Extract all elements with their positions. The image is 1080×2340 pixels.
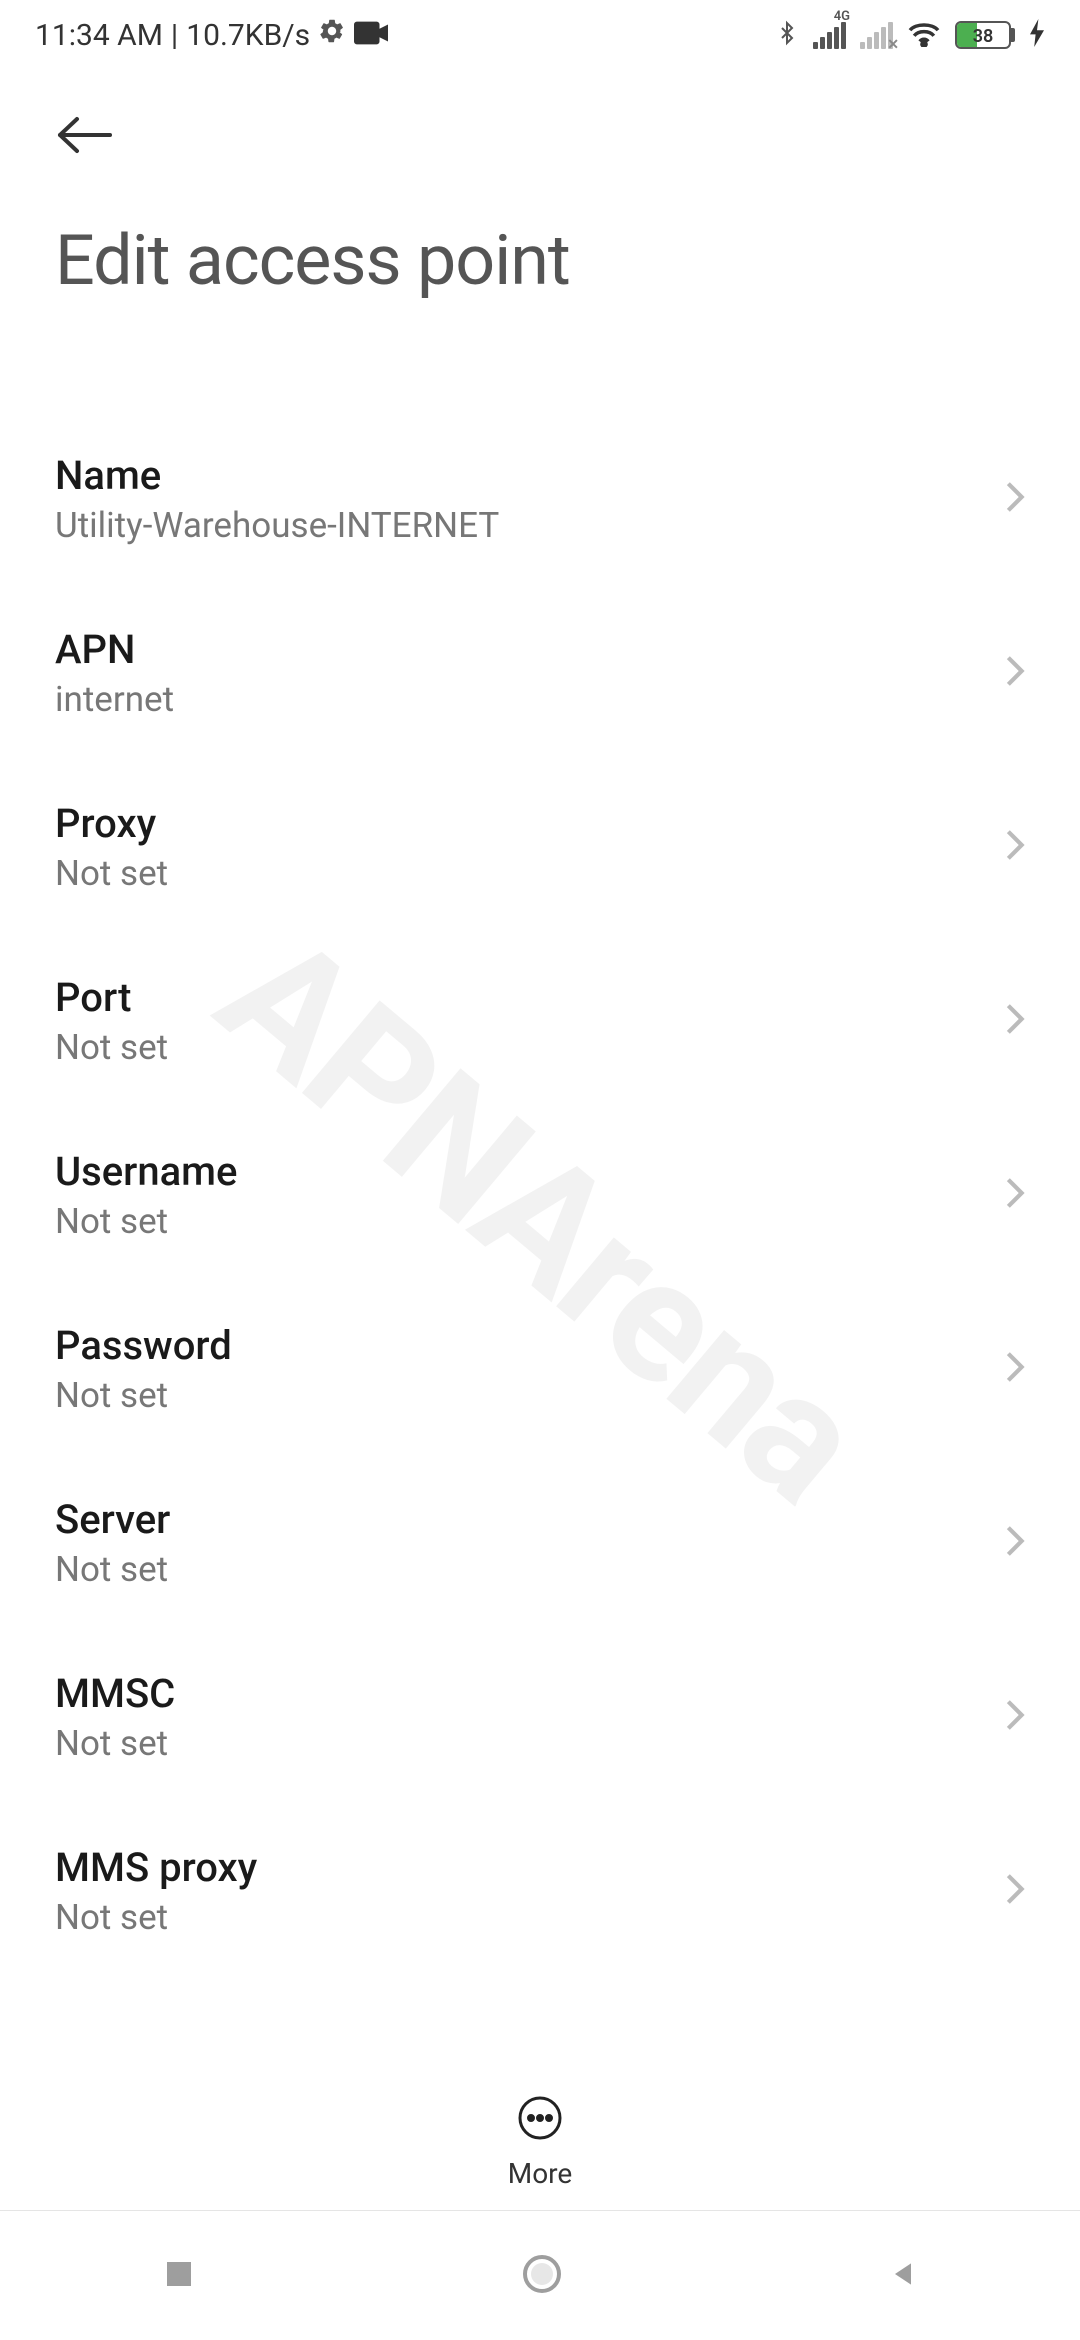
chevron-right-icon bbox=[1005, 1524, 1025, 1562]
row-value: internet bbox=[55, 679, 174, 720]
status-network-speed: 10.7KB/s bbox=[186, 18, 310, 53]
row-password[interactable]: Password Not set bbox=[55, 1282, 1025, 1456]
back-arrow-icon bbox=[55, 115, 115, 155]
battery-icon: 38 bbox=[955, 21, 1015, 49]
row-mms-proxy[interactable]: MMS proxy Not set bbox=[55, 1804, 1025, 1978]
row-port[interactable]: Port Not set bbox=[55, 934, 1025, 1108]
row-title: APN bbox=[55, 626, 174, 673]
row-title: Username bbox=[55, 1148, 237, 1195]
row-title: Server bbox=[55, 1496, 170, 1543]
back-button[interactable] bbox=[55, 105, 115, 165]
nav-back-button[interactable] bbox=[887, 2256, 919, 2296]
charging-bolt-icon bbox=[1029, 19, 1045, 51]
row-username[interactable]: Username Not set bbox=[55, 1108, 1025, 1282]
more-dots-icon bbox=[517, 2095, 563, 2145]
more-label: More bbox=[508, 2157, 573, 2190]
chevron-right-icon bbox=[1005, 1176, 1025, 1214]
bluetooth-icon bbox=[775, 17, 799, 53]
row-title: MMS proxy bbox=[55, 1844, 257, 1891]
camera-icon bbox=[354, 18, 388, 53]
chevron-right-icon bbox=[1005, 1698, 1025, 1736]
row-value: Not set bbox=[55, 1549, 170, 1590]
settings-list: Name Utility-Warehouse-INTERNET APN inte… bbox=[0, 412, 1080, 1978]
chevron-right-icon bbox=[1005, 828, 1025, 866]
row-value: Not set bbox=[55, 853, 168, 894]
row-apn[interactable]: APN internet bbox=[55, 586, 1025, 760]
row-name[interactable]: Name Utility-Warehouse-INTERNET bbox=[55, 412, 1025, 586]
settings-gear-icon bbox=[318, 17, 346, 53]
status-bar: 11:34 AM | 10.7KB/s 4G bbox=[0, 0, 1080, 70]
chevron-right-icon bbox=[1005, 1350, 1025, 1388]
nav-recent-button[interactable] bbox=[161, 2256, 197, 2296]
row-server[interactable]: Server Not set bbox=[55, 1456, 1025, 1630]
chevron-right-icon bbox=[1005, 1872, 1025, 1910]
row-mmsc[interactable]: MMSC Not set bbox=[55, 1630, 1025, 1804]
signal-strength-1-icon: 4G bbox=[813, 21, 846, 49]
chevron-right-icon bbox=[1005, 480, 1025, 518]
page-title: Edit access point bbox=[55, 220, 1025, 302]
wifi-icon bbox=[907, 19, 941, 51]
navigation-bar bbox=[0, 2210, 1080, 2340]
chevron-right-icon bbox=[1005, 1002, 1025, 1040]
chevron-right-icon bbox=[1005, 654, 1025, 692]
row-value: Not set bbox=[55, 1723, 175, 1764]
signal-strength-2-icon: ✕ bbox=[860, 21, 893, 49]
row-title: Password bbox=[55, 1322, 232, 1369]
header: Edit access point bbox=[0, 70, 1080, 302]
row-title: Port bbox=[55, 974, 168, 1021]
status-time: 11:34 AM bbox=[35, 18, 163, 53]
row-value: Not set bbox=[55, 1201, 237, 1242]
row-title: Proxy bbox=[55, 800, 168, 847]
row-title: MMSC bbox=[55, 1670, 175, 1717]
status-left: 11:34 AM | 10.7KB/s bbox=[35, 17, 388, 53]
more-button[interactable]: More bbox=[0, 2075, 1080, 2190]
row-title: Name bbox=[55, 452, 499, 499]
row-value: Not set bbox=[55, 1897, 257, 1938]
row-value: Not set bbox=[55, 1027, 168, 1068]
row-proxy[interactable]: Proxy Not set bbox=[55, 760, 1025, 934]
status-separator: | bbox=[171, 18, 178, 53]
nav-home-button[interactable] bbox=[520, 2252, 564, 2300]
row-value: Not set bbox=[55, 1375, 232, 1416]
status-right: 4G ✕ 38 bbox=[775, 17, 1045, 53]
row-value: Utility-Warehouse-INTERNET bbox=[55, 505, 499, 546]
